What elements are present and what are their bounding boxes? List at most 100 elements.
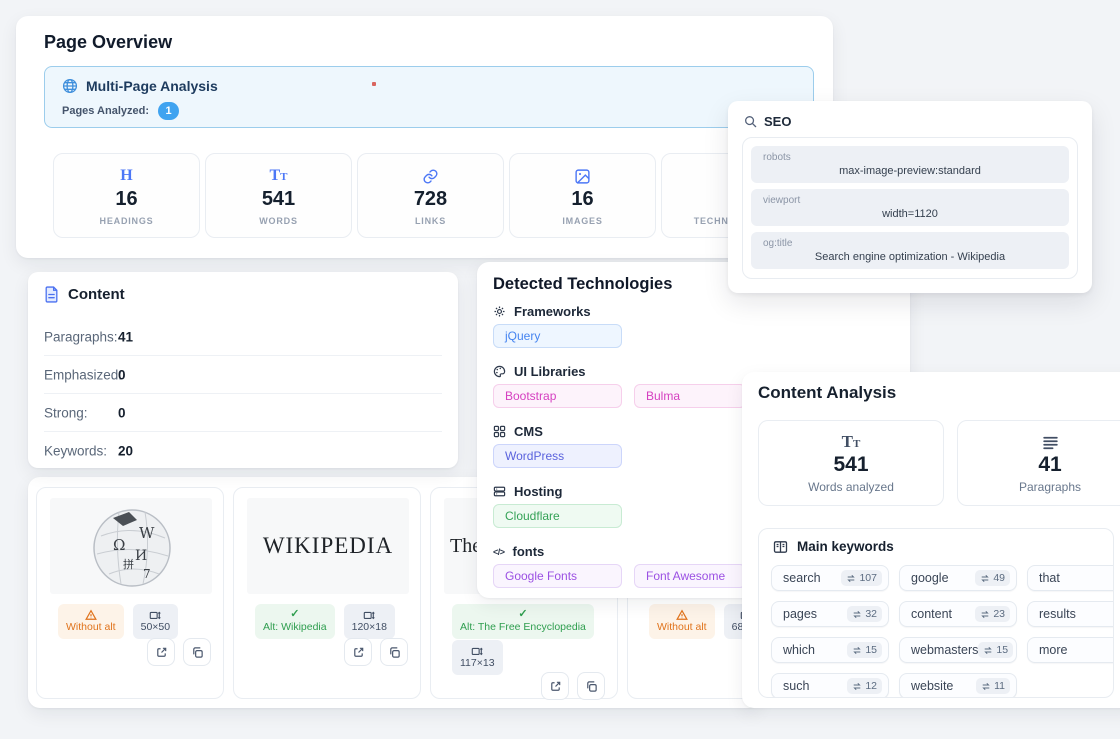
section-header-cms: CMS [493, 424, 543, 439]
repeat-icon [852, 682, 862, 691]
stat-label: Paragraphs [958, 480, 1120, 494]
content-stat-row: Paragraphs: 41 [44, 318, 442, 356]
keyword-chip: pages 32 [771, 601, 889, 627]
keyword-count-badge: 15 [847, 642, 882, 658]
keyword-chip: content 23 [899, 601, 1017, 627]
keyword-count-badge: 15 [978, 642, 1013, 658]
dimensions-badge: 120×18 [344, 604, 395, 639]
repeat-icon [846, 574, 856, 583]
svg-text:7: 7 [143, 567, 151, 581]
keyword-chip: google 49 [899, 565, 1017, 591]
content-analysis-title: Content Analysis [758, 383, 896, 403]
paragraphs-icon [1042, 435, 1059, 450]
keyword-count: 15 [865, 644, 877, 656]
content-stat-label: Keywords: [44, 443, 107, 458]
dimensions-icon [141, 608, 171, 621]
keyword-chip: such 12 [771, 673, 889, 698]
stat-value: 16 [510, 188, 655, 212]
keyword-word: which [783, 643, 815, 657]
words-icon: TT [269, 167, 287, 185]
keyword-chip: search 107 [771, 565, 889, 591]
stat-label: IMAGES [510, 216, 655, 226]
keyword-count: 107 [859, 572, 877, 584]
stat-label: LINKS [358, 216, 503, 226]
wordmark-text: WIKIPEDIA [263, 533, 393, 559]
content-stat-row: Emphasized: 0 [44, 356, 442, 394]
tech-chip: WordPress [493, 444, 622, 468]
seo-panel: SEO robots max-image-preview:standard vi… [728, 101, 1092, 293]
dimensions-text: 117×13 [460, 657, 495, 671]
stat-value: 41 [958, 453, 1120, 477]
keyword-word: pages [783, 607, 817, 621]
content-stat-label: Strong: [44, 405, 88, 420]
tech-chip: Cloudflare [493, 504, 622, 528]
images-icon [574, 168, 591, 185]
seo-analyzer-dashboard: W Ω И 拼 7 Without alt [0, 0, 1120, 739]
svg-text:拼: 拼 [123, 557, 134, 571]
section-title: fonts [513, 544, 545, 559]
links-icon [422, 168, 439, 185]
content-stat-label: Emphasized: [44, 367, 122, 382]
keyword-word: that [1039, 571, 1060, 585]
content-card: Content Paragraphs: 41 Emphasized: 0 Str… [28, 272, 458, 468]
stat-value: 541 [206, 188, 351, 212]
warning-icon [657, 608, 707, 621]
dimensions-badge: 50×50 [133, 604, 179, 639]
meta-name: robots [763, 152, 791, 163]
seo-meta-list: robots max-image-preview:standard viewpo… [742, 137, 1078, 279]
stat-label: Words analyzed [759, 480, 943, 494]
meta-value: max-image-preview:standard [751, 165, 1069, 177]
repeat-icon [983, 646, 993, 655]
content-stat-value: 41 [118, 329, 133, 344]
main-keywords-box: Main keywords search 107 google 49 that … [758, 528, 1114, 698]
external-link-icon [549, 680, 562, 693]
section-header-frameworks: Frameworks [493, 304, 591, 319]
words-icon: TT [842, 432, 861, 452]
dimensions-text: 50×50 [141, 621, 171, 635]
keyword-word: webmasters [911, 643, 978, 657]
stat-card-links: 728 LINKS [357, 153, 504, 238]
copy-image-button[interactable] [183, 638, 211, 666]
copy-image-button[interactable] [577, 672, 605, 700]
open-image-button[interactable] [147, 638, 175, 666]
section-header-fonts: </> fonts [493, 544, 544, 559]
alt-status-badge: Without alt [649, 604, 715, 639]
content-analysis-panel: Content Analysis TT 541 Words analyzed 4… [742, 372, 1120, 708]
dimensions-icon [460, 644, 495, 657]
keyword-count: 32 [865, 608, 877, 620]
code-icon: </> [493, 547, 505, 557]
stat-card-images: 16 IMAGES [509, 153, 656, 238]
seo-title: SEO [764, 114, 791, 129]
repeat-icon [981, 682, 991, 691]
keyword-chip: webmasters 15 [899, 637, 1017, 663]
wikipedia-globe-image: W Ω И 拼 7 [50, 498, 212, 594]
repeat-icon [852, 646, 862, 655]
red-dot-marker [372, 82, 376, 86]
content-stat-label: Paragraphs: [44, 329, 118, 344]
multi-page-analysis-banner: Multi-Page Analysis Pages Analyzed: 1 [44, 66, 814, 128]
keyword-word: more [1039, 643, 1067, 657]
external-link-icon [352, 646, 365, 659]
check-icon: ✓ [460, 608, 586, 621]
section-title: Hosting [514, 484, 562, 499]
image-badges: ✓ Alt: Wikipedia 120×18 [255, 604, 395, 639]
meta-value: width=1120 [751, 208, 1069, 220]
repeat-icon [980, 610, 990, 619]
server-icon [493, 485, 506, 498]
open-image-button[interactable] [541, 672, 569, 700]
image-card: WIKIPEDIA ✓ Alt: Wikipedia 120×18 [233, 487, 421, 699]
stat-value: 541 [759, 453, 943, 477]
keyword-word: such [783, 679, 809, 693]
alt-status-text: Alt: The Free Encyclopedia [460, 621, 586, 635]
section-header-ui-libraries: UI Libraries [493, 364, 586, 379]
pages-analyzed-badge: 1 [158, 102, 179, 120]
copy-image-button[interactable] [380, 638, 408, 666]
banner-title: Multi-Page Analysis [86, 78, 218, 94]
open-image-button[interactable] [344, 638, 372, 666]
copy-icon [585, 680, 598, 693]
keyword-word: search [783, 571, 821, 585]
section-header-hosting: Hosting [493, 484, 562, 499]
repeat-icon [980, 574, 990, 583]
dimensions-icon [352, 608, 387, 621]
keyword-word: content [911, 607, 952, 621]
